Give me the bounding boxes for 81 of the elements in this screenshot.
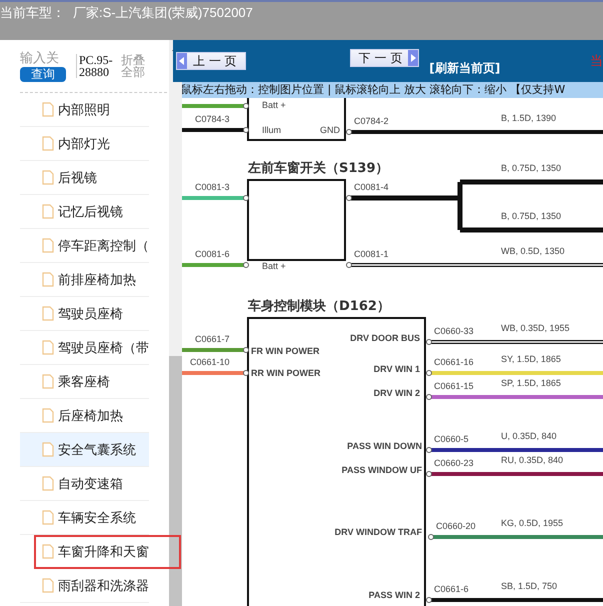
tree-item[interactable]: 停车距离控制（ <box>20 229 149 263</box>
tree-item[interactable]: 内部照明 <box>20 93 149 127</box>
refresh-link[interactable]: [刷新当前页] <box>429 60 500 77</box>
pin-label: FR WIN POWER <box>251 346 320 356</box>
pin-label: DRV DOOR BUS <box>350 333 420 343</box>
pin-label: Batt + <box>262 261 286 271</box>
document-icon <box>42 476 54 491</box>
pin-label: DRV WINDOW TRAF <box>334 527 422 537</box>
wire-spec-label: SB, 1.5D, 750 <box>501 581 558 591</box>
pin-label: Illum <box>262 125 282 135</box>
vehicle-model: 厂家:S-上汽集团(荣威)7502007 <box>73 4 253 22</box>
component-title: 车身控制模块（D162） <box>248 299 390 314</box>
edge-text: 当 <box>590 53 603 70</box>
connector-label: C0660-5 <box>434 434 469 444</box>
pin-label: GND <box>320 125 340 135</box>
wire-spec-label: B, 0.75D, 1350 <box>501 211 562 221</box>
tree-item[interactable]: 乘客座椅 <box>20 365 149 399</box>
wire-spec-label: U, 0.35D, 840 <box>501 431 557 441</box>
wire-spec-label: WB, 0.5D, 1350 <box>501 246 565 256</box>
document-icon <box>42 578 54 593</box>
model-code: PC.95-28880 <box>76 54 115 78</box>
connector-label: C0661-10 <box>190 357 230 367</box>
tree-item[interactable]: 后视镜 <box>20 161 149 195</box>
tree-item[interactable]: 记忆后视镜 <box>20 195 149 229</box>
pin-label: DRV WIN 1 <box>374 364 420 374</box>
tree-item[interactable]: 自动变速箱 <box>20 467 149 501</box>
document-icon <box>42 442 54 457</box>
connector-label: C0081-3 <box>195 182 230 192</box>
document-icon <box>42 306 54 321</box>
wire-spec-label: SY, 1.5D, 1865 <box>501 354 561 364</box>
connector-label: C0660-20 <box>436 521 476 531</box>
vehicle-label: 当前车型： <box>0 4 65 22</box>
connector-label: C0660-23 <box>434 458 474 468</box>
wire-spec-label: KG, 0.5D, 1955 <box>501 518 564 528</box>
connector-label: C0661-7 <box>195 334 230 344</box>
tree-item[interactable]: 安全气囊系统 <box>20 433 149 467</box>
document-icon <box>42 204 54 219</box>
tree-item[interactable]: 驾驶员座椅 <box>20 297 149 331</box>
pin-label: PASS WINDOW UF <box>342 465 422 475</box>
connector-label: C0784-2 <box>354 116 389 126</box>
previous-page-button[interactable]: 上 一 页 <box>176 52 246 70</box>
wire-spec-label: WB, 0.35D, 1955 <box>501 323 570 333</box>
document-icon <box>42 170 54 185</box>
pin-label: PASS WIN 2 <box>368 590 420 600</box>
connector-label: C0661-6 <box>434 584 469 594</box>
component-title: 左前车窗开关（S139） <box>248 161 388 176</box>
wire-spec-label: SP, 1.5D, 1865 <box>501 378 561 388</box>
document-icon <box>42 408 54 423</box>
tree-item[interactable]: 雨刮器和洗涤器 <box>20 569 149 603</box>
pin-label: RR WIN POWER <box>251 368 320 378</box>
connector-label: C0081-6 <box>195 249 230 259</box>
connector-label: C0660-33 <box>434 326 474 336</box>
pin-label: DRV WIN 2 <box>374 388 420 398</box>
connector-label: C0081-4 <box>354 182 389 192</box>
document-icon <box>42 102 54 117</box>
tree-item[interactable]: 车窗升降和天窗 <box>34 535 181 569</box>
document-icon <box>42 272 54 287</box>
tree-item[interactable]: 驾驶员座椅（带 <box>20 331 149 365</box>
document-icon <box>42 238 54 253</box>
tree-item[interactable]: 车辆安全系统 <box>20 501 149 535</box>
connector-label: C0661-15 <box>434 381 474 391</box>
connector-label: C0661-16 <box>434 357 474 367</box>
connector-label: C0784-3 <box>195 114 230 124</box>
wire-spec-label: B, 1.5D, 1390 <box>501 113 556 123</box>
document-icon <box>42 340 54 355</box>
document-icon <box>42 544 54 559</box>
scrollbar-thumb[interactable] <box>169 356 182 606</box>
pin-label: PASS WIN DOWN <box>347 441 422 451</box>
document-icon <box>42 374 54 389</box>
scrollbar[interactable] <box>169 40 182 606</box>
wire-spec-label: B, 0.75D, 1350 <box>501 163 562 173</box>
search-button[interactable]: 查询 <box>20 66 66 82</box>
search-field[interactable]: 输入关 <box>20 50 68 66</box>
document-icon <box>42 510 54 525</box>
pin-label: Batt + <box>262 100 286 110</box>
tree-item[interactable]: 前排座椅加热 <box>20 263 149 297</box>
document-icon <box>42 136 54 151</box>
wire-spec-label: RU, 0.35D, 840 <box>501 455 564 465</box>
next-page-button[interactable]: 下 一 页 <box>350 49 420 67</box>
tree-item[interactable]: 内部灯光 <box>20 127 149 161</box>
connector-label: C0081-1 <box>354 249 389 259</box>
